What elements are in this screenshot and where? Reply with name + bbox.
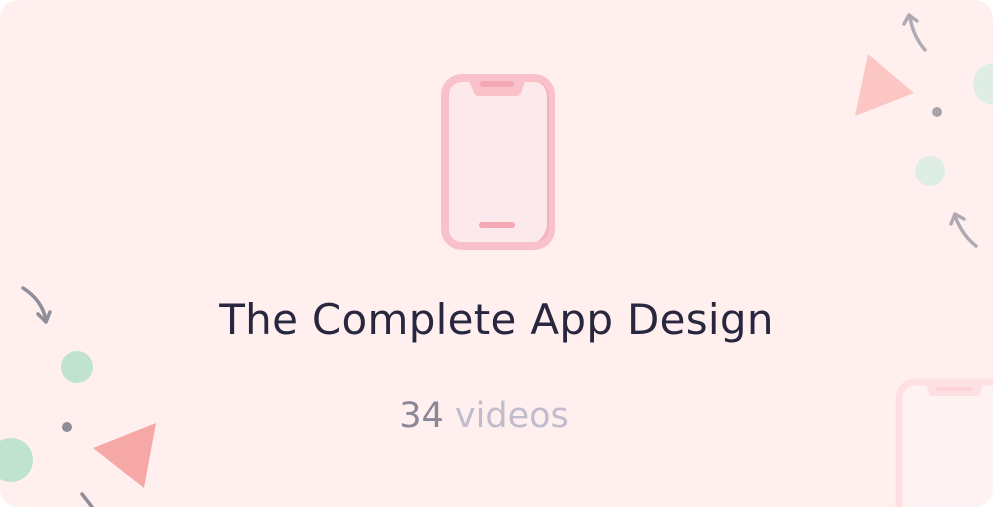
course-card[interactable]: The Complete App Design 34 videos: [0, 0, 993, 507]
course-title: The Complete App Design: [219, 295, 774, 344]
video-count-label: videos: [454, 396, 569, 436]
arrow-icon: [953, 214, 978, 248]
video-count-number: 34: [399, 396, 444, 436]
circle-shape: [915, 156, 945, 186]
circle-shape: [973, 63, 993, 105]
circle-shape: [0, 438, 33, 482]
arrow-icon: [80, 492, 94, 507]
smartphone-icon: [441, 74, 555, 250]
video-count: 34 videos: [0, 394, 968, 438]
triangle-shape: [855, 54, 914, 116]
circle-shape: [61, 351, 93, 383]
dot-shape: [932, 107, 942, 117]
